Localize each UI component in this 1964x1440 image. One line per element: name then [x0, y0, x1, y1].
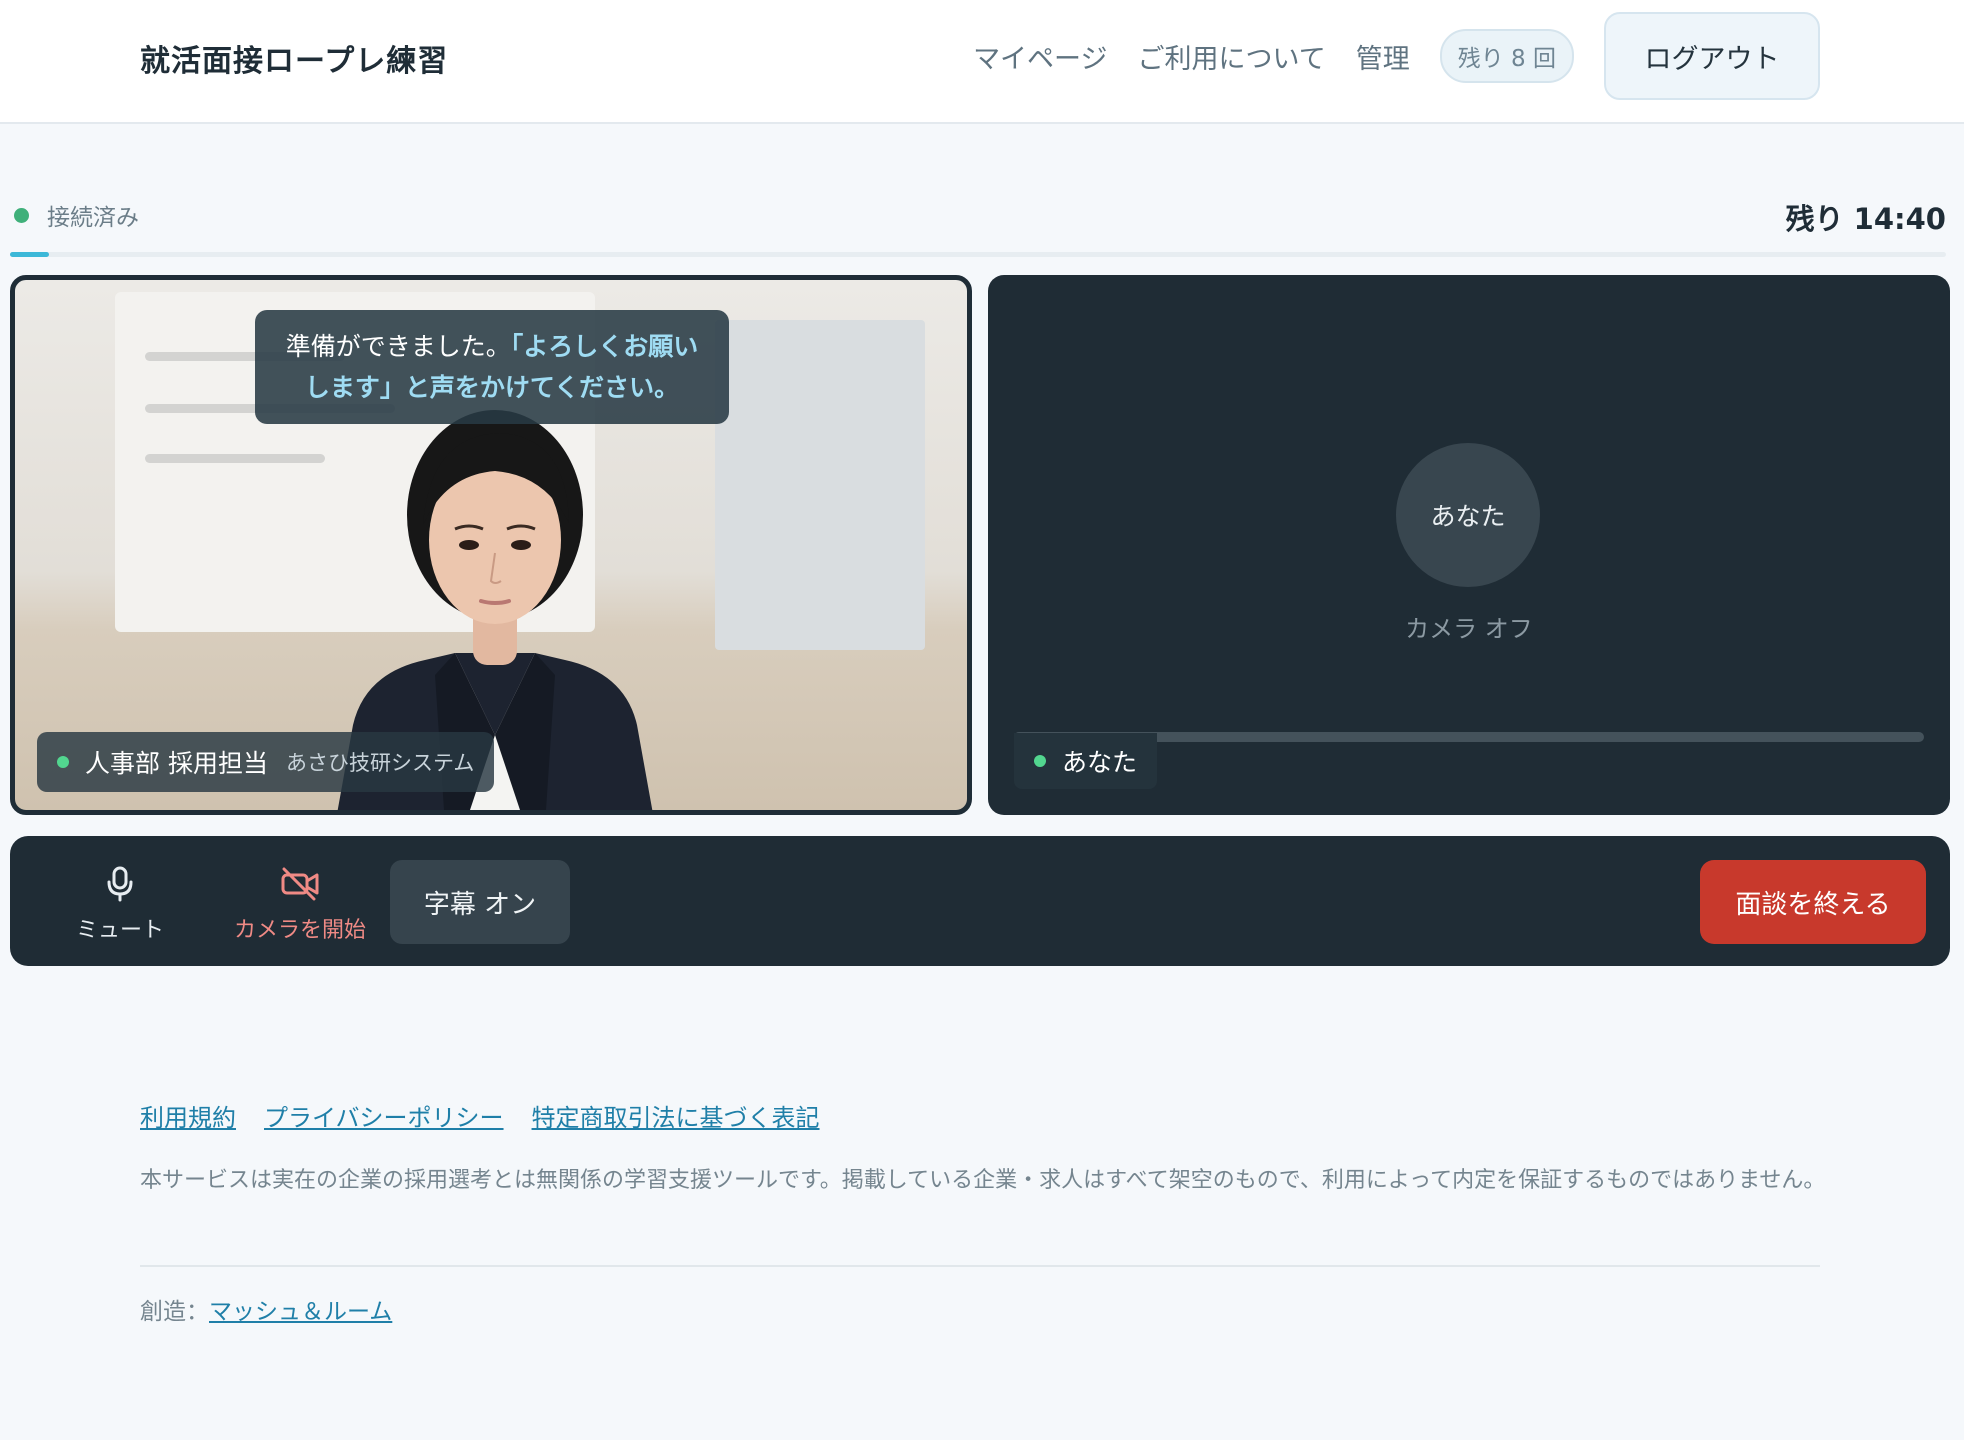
caption-text: 準備ができました。 — [285, 332, 511, 361]
interviewer-name: 人事部 採用担当 — [85, 749, 268, 778]
interviewer-video: 準備ができました。「よろしくお願いします」と声をかけてください。 人事部 採用担… — [10, 275, 972, 815]
live-caption: 準備ができました。「よろしくお願いします」と声をかけてください。 — [255, 310, 729, 424]
end-interview-button[interactable]: 面談を終える — [1700, 860, 1926, 944]
app-title: 就活面接ロープレ練習 — [140, 44, 449, 79]
camera-label: カメラを開始 — [233, 918, 366, 943]
footer-divider — [140, 1265, 1820, 1267]
camera-off-status: カメラ オフ — [1405, 615, 1533, 643]
remaining-count-badge: 残り 8 回 — [1439, 29, 1574, 83]
footer-links: 利用規約 プライバシーポリシー 特定商取引法に基づく表記 — [140, 1098, 848, 1133]
call-control-bar: ミュート カメラを開始 字幕 オン 面談を終える — [10, 836, 1950, 966]
privacy-policy-link[interactable]: プライバシーポリシー — [264, 1098, 504, 1133]
user-avatar: あなた — [1396, 443, 1540, 587]
start-camera-button[interactable]: カメラを開始 — [210, 866, 390, 944]
nav-admin-link[interactable]: 管理 — [1356, 37, 1410, 76]
user-name: あなた — [1062, 748, 1138, 777]
credit-prefix: 創造： — [140, 1299, 209, 1325]
session-progress-bar — [10, 252, 1946, 257]
terms-link[interactable]: 利用規約 — [140, 1098, 236, 1133]
nav-mypage-link[interactable]: マイページ — [973, 37, 1107, 76]
top-nav: マイページ ご利用について 管理 残り 8 回 ログアウト — [973, 12, 1820, 100]
session-progress-fill — [10, 252, 49, 257]
connection-status-text: 接続済み — [47, 205, 139, 231]
remaining-time: 残り 14:40 — [1785, 202, 1946, 236]
disclaimer-text: 本サービスは実在の企業の採用選考とは無関係の学習支援ツールです。掲載している企業… — [140, 1168, 1826, 1193]
user-name-tag: あなた — [1014, 733, 1158, 789]
nav-about-link[interactable]: ご利用について — [1138, 37, 1326, 76]
logout-button[interactable]: ログアウト — [1604, 12, 1820, 100]
interviewer-company: あさひ技研システム — [285, 751, 475, 775]
status-dot-icon — [14, 207, 29, 223]
credit-line: 創造：マッシュ＆ルーム — [140, 1292, 392, 1326]
camera-off-icon — [281, 867, 319, 901]
credit-link[interactable]: マッシュ＆ルーム — [209, 1299, 392, 1325]
microphone-icon — [107, 866, 133, 902]
commerce-law-link[interactable]: 特定商取引法に基づく表記 — [532, 1098, 820, 1133]
mute-label: ミュート — [75, 918, 164, 943]
top-header: 就活面接ロープレ練習 マイページ ご利用について 管理 残り 8 回 ログアウト — [0, 0, 1964, 124]
speaking-indicator-icon — [57, 756, 69, 768]
connection-status: 接続済み — [14, 198, 139, 232]
mute-button[interactable]: ミュート — [60, 866, 180, 944]
user-video: あなた カメラ オフ あなた — [988, 275, 1950, 815]
user-status-dot-icon — [1034, 755, 1046, 767]
caption-toggle-button[interactable]: 字幕 オン — [390, 860, 570, 944]
interviewer-name-tag: 人事部 採用担当 あさひ技研システム — [37, 732, 495, 792]
background-window — [715, 320, 925, 650]
